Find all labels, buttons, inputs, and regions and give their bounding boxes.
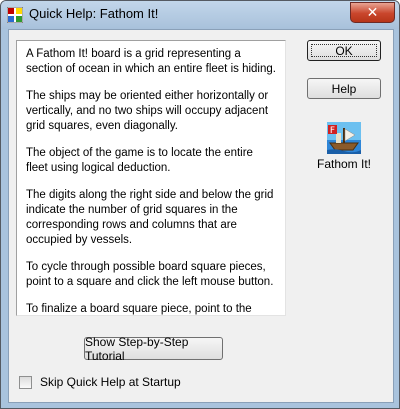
ship-game-icon: F	[327, 122, 361, 154]
help-paragraph: To finalize a board square piece, point …	[26, 303, 252, 315]
svg-text:F: F	[330, 126, 335, 136]
game-name-label: Fathom It!	[316, 157, 372, 171]
help-text-panel[interactable]: A Fathom It! board is a grid representin…	[16, 40, 286, 316]
close-icon: ✕	[366, 4, 379, 21]
dialog-body: A Fathom It! board is a grid representin…	[8, 29, 394, 403]
quick-help-window: Quick Help: Fathom It! ✕ A Fathom It! bo…	[0, 0, 400, 409]
close-button[interactable]: ✕	[350, 2, 395, 23]
focus-rectangle	[311, 44, 377, 57]
help-paragraph: To cycle through possible board square p…	[26, 261, 274, 288]
help-paragraph: The object of the game is to locate the …	[26, 147, 253, 174]
help-paragraph: The ships may be oriented either horizon…	[26, 90, 269, 132]
window-title: Quick Help: Fathom It!	[29, 6, 159, 21]
ok-button[interactable]: OK	[307, 40, 381, 61]
skip-quick-help-checkbox[interactable]	[19, 375, 32, 389]
tutorial-button-label: Show Step-by-Step Tutorial	[85, 334, 189, 363]
title-bar[interactable]: Quick Help: Fathom It! ✕	[1, 1, 399, 29]
help-button[interactable]: Help	[307, 78, 381, 99]
skip-quick-help-option[interactable]: Skip Quick Help at Startup	[19, 374, 181, 390]
skip-quick-help-label[interactable]: Skip Quick Help at Startup	[40, 375, 181, 389]
help-paragraph: The digits along the right side and belo…	[26, 189, 274, 246]
help-button-label: Help	[331, 81, 357, 96]
puzzle-app-icon	[7, 7, 23, 23]
step-by-step-tutorial-button[interactable]: Show Step-by-Step Tutorial	[84, 334, 223, 363]
help-paragraph: A Fathom It! board is a grid representin…	[26, 48, 276, 75]
